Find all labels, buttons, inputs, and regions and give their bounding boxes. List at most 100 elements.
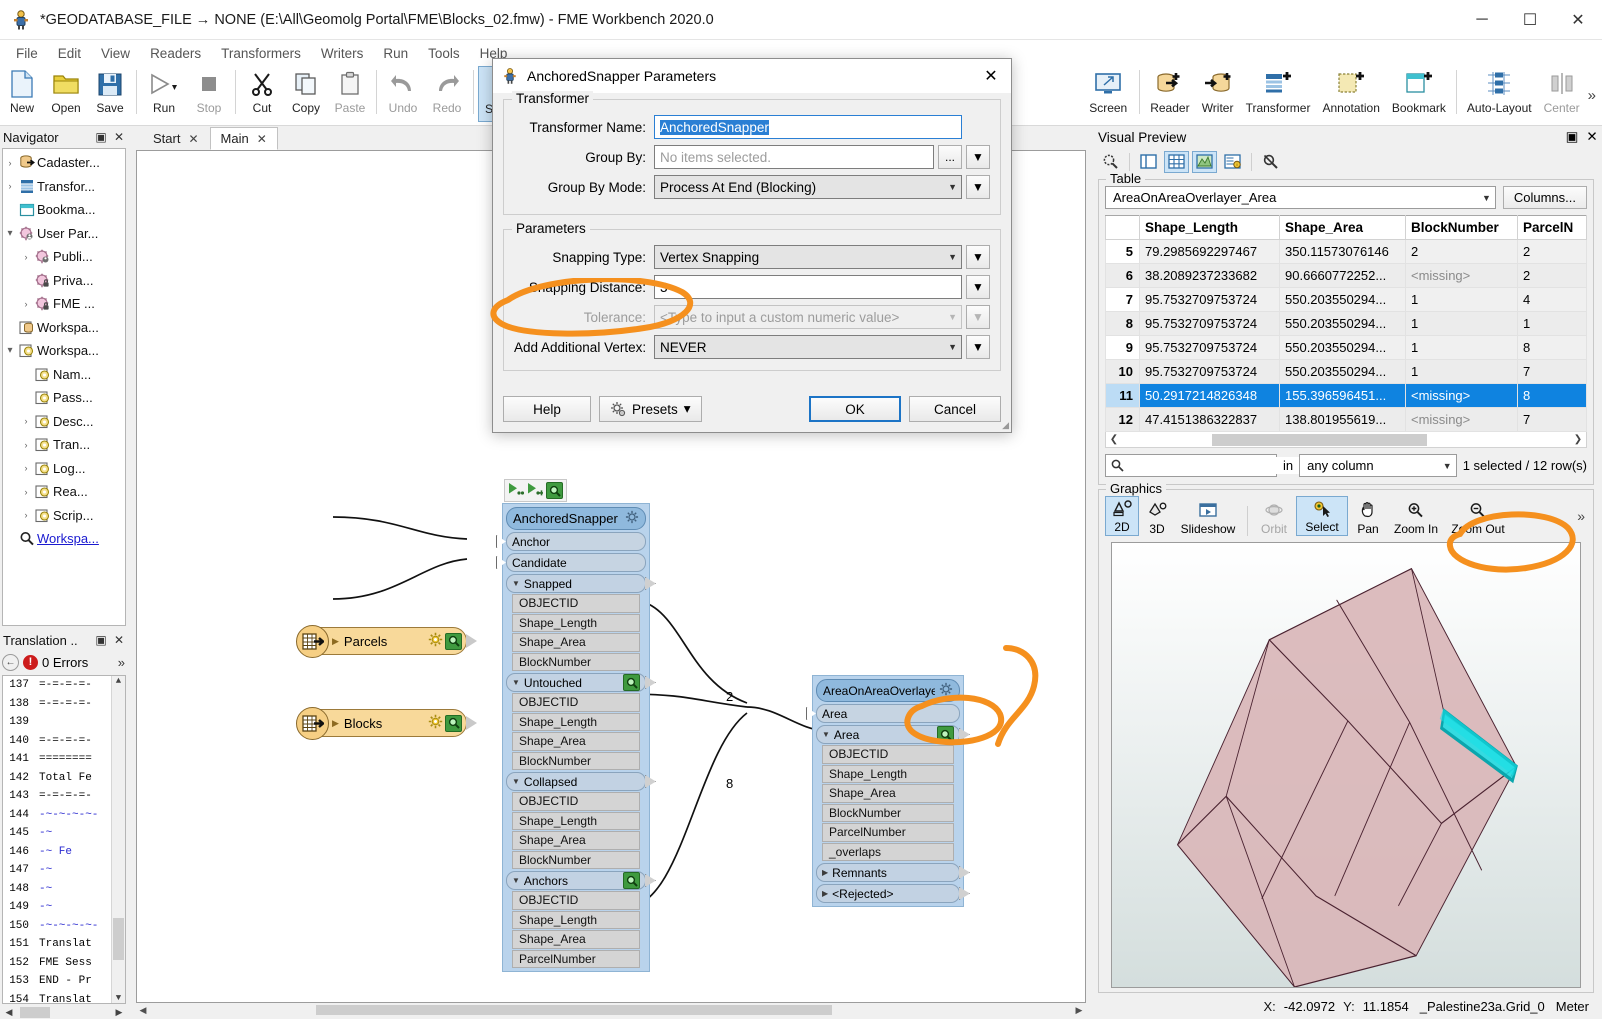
column-header-blocknumber[interactable]: BlockNumber bbox=[1405, 215, 1518, 240]
node-mini-toolbar[interactable] bbox=[504, 479, 567, 502]
toolbar-auto-layout-button[interactable]: Auto-Layout bbox=[1461, 66, 1538, 124]
transformer-gear-icon[interactable] bbox=[939, 682, 953, 699]
log-overflow-button[interactable]: » bbox=[118, 655, 128, 670]
add-additional-vertex-dropdown[interactable]: NEVER ▼ bbox=[654, 335, 962, 359]
expand-caret-icon[interactable]: ▶ bbox=[822, 868, 828, 877]
anchoredsnapper-parameters-dialog[interactable]: AnchoredSnapper Parameters ✕ Transformer… bbox=[492, 58, 1012, 433]
toolbar-copy-button[interactable]: Copy bbox=[284, 66, 328, 124]
navigator-item-13[interactable]: › Log... bbox=[3, 457, 125, 481]
chevron-right-icon[interactable]: › bbox=[3, 181, 17, 191]
add-additional-vertex-menu-button[interactable]: ▼ bbox=[966, 335, 990, 359]
graphics-view-icon[interactable] bbox=[1192, 150, 1217, 173]
transformer-header[interactable]: AnchoredSnapper bbox=[506, 507, 646, 530]
column-header-parcelnumber[interactable]: ParcelN bbox=[1517, 215, 1587, 240]
group-by-mode-menu-button[interactable]: ▼ bbox=[966, 175, 990, 199]
navigator-item-6[interactable]: › FME ... bbox=[3, 292, 125, 316]
dialog-close-icon[interactable]: ✕ bbox=[971, 59, 1011, 93]
chevron-right-icon[interactable]: › bbox=[3, 158, 17, 168]
navigator-item-14[interactable]: › Rea... bbox=[3, 480, 125, 504]
port-inspect-icon[interactable] bbox=[623, 872, 640, 889]
table-source-dropdown[interactable]: AreaOnAreaOverlayer_Area ▼ bbox=[1105, 186, 1496, 209]
layout-panel-icon[interactable] bbox=[1136, 151, 1161, 173]
reader-gear-icon[interactable] bbox=[428, 632, 443, 650]
port-inspect-icon[interactable] bbox=[623, 674, 640, 691]
group-by-mode-dropdown[interactable]: Process At End (Blocking) ▼ bbox=[654, 175, 962, 199]
menu-writers[interactable]: Writers bbox=[311, 43, 374, 64]
output-port-untouched[interactable]: ▼ Untouched bbox=[506, 673, 656, 692]
graphics-tool-slideshow[interactable]: Slideshow bbox=[1175, 501, 1241, 536]
expand-caret-icon[interactable]: ▶ bbox=[822, 889, 828, 898]
toolbar-stop-button[interactable]: Stop bbox=[187, 66, 231, 124]
toolbar-paste-button[interactable]: Paste bbox=[328, 66, 372, 124]
table-row[interactable]: 10 95.7532709753724 550.203550294... 1 7 bbox=[1105, 359, 1587, 384]
navigator-item-10[interactable]: Pass... bbox=[3, 386, 125, 410]
transformer-header[interactable]: AreaOnAreaOverlayer bbox=[816, 679, 960, 702]
table-row[interactable]: 8 95.7532709753724 550.203550294... 1 1 bbox=[1105, 311, 1587, 336]
toolbar-new-button[interactable]: New bbox=[0, 66, 44, 124]
log-horizontal-scrollbar[interactable]: ◀ ▶ bbox=[2, 1006, 126, 1019]
tab-start[interactable]: Start ✕ bbox=[142, 127, 210, 150]
navigator-item-4[interactable]: › Publi... bbox=[3, 245, 125, 269]
toolbar-open-button[interactable]: Open bbox=[44, 66, 88, 124]
toolbar-add-transformer-button[interactable]: Transformer bbox=[1240, 66, 1317, 124]
collapse-caret-icon[interactable]: ▼ bbox=[822, 730, 830, 739]
tab-main-close-icon[interactable]: ✕ bbox=[257, 132, 267, 146]
navigator-restore-icon[interactable]: ▣ bbox=[92, 130, 110, 144]
table-search-input[interactable] bbox=[1105, 454, 1306, 477]
reader-inspect-icon[interactable] bbox=[445, 714, 462, 732]
table-search-field[interactable] bbox=[1124, 457, 1306, 474]
table-row[interactable]: 12 47.4151386322837 138.801955619... <missi… bbox=[1105, 407, 1587, 432]
canvas-horizontal-scrollbar[interactable]: ◀ ▶ bbox=[136, 1003, 1086, 1017]
feature-table[interactable]: Shape_Length Shape_Area BlockNumber Parc… bbox=[1105, 215, 1587, 432]
table-row[interactable]: 5 79.2985692297467 350.11573076146 2 2 bbox=[1105, 239, 1587, 264]
group-by-input[interactable]: No items selected. bbox=[654, 145, 934, 169]
graphics-tool-2d[interactable]: 2D bbox=[1105, 496, 1139, 536]
cancel-button[interactable]: Cancel bbox=[909, 396, 1001, 422]
toolbar-redo-button[interactable]: Redo bbox=[425, 66, 469, 124]
navigator-item-5[interactable]: Priva... bbox=[3, 269, 125, 293]
toolbar-screen-button[interactable]: Screen bbox=[1083, 66, 1133, 124]
chevron-right-icon[interactable]: › bbox=[19, 440, 33, 450]
output-port-snapped[interactable]: ▼ Snapped bbox=[506, 574, 656, 593]
output-port-rejected[interactable]: ▶ <Rejected> bbox=[816, 884, 970, 903]
transformer-gear-icon[interactable] bbox=[625, 510, 639, 527]
columns-button[interactable]: Columns... bbox=[1502, 186, 1587, 209]
chevron-right-icon[interactable]: › bbox=[19, 487, 33, 497]
snapping-distance-menu-button[interactable]: ▼ bbox=[966, 275, 990, 299]
chevron-down-icon[interactable]: ▾ bbox=[3, 345, 17, 356]
toolbar-add-annotation-button[interactable]: Annotation bbox=[1316, 66, 1385, 124]
chevron-down-icon[interactable]: ▾ bbox=[3, 228, 17, 239]
table-row[interactable]: 9 95.7532709753724 550.203550294... 1 8 bbox=[1105, 335, 1587, 360]
reader-inspect-icon[interactable] bbox=[445, 632, 462, 650]
chevron-right-icon[interactable]: › bbox=[19, 463, 33, 473]
input-port-area[interactable]: Area bbox=[806, 704, 960, 723]
run-from-here-icon[interactable] bbox=[527, 482, 544, 499]
toolbar-add-reader-button[interactable]: Reader bbox=[1144, 66, 1195, 124]
table-row[interactable]: 11 50.2917214826348 155.396596451... <missi… bbox=[1105, 383, 1587, 408]
scroll-left-icon[interactable]: ❮ bbox=[1106, 434, 1122, 445]
minimize-button[interactable]: ─ bbox=[1458, 0, 1506, 40]
navigator-item-2[interactable]: Bookma... bbox=[3, 198, 125, 222]
chevron-right-icon[interactable]: › bbox=[19, 416, 33, 426]
maximize-button[interactable]: ☐ bbox=[1506, 0, 1554, 40]
toolbar-overflow-button[interactable]: » bbox=[1588, 87, 1596, 104]
snapping-type-dropdown[interactable]: Vertex Snapping ▼ bbox=[654, 245, 962, 269]
chevron-right-icon[interactable]: › bbox=[19, 299, 33, 309]
transformer-name-input[interactable]: AnchoredSnapper bbox=[654, 115, 962, 139]
table-view-icon[interactable] bbox=[1164, 150, 1189, 173]
column-header-shape-length[interactable]: Shape_Length bbox=[1139, 215, 1280, 240]
toolbar-add-writer-button[interactable]: Writer bbox=[1196, 66, 1240, 124]
toolbar-add-bookmark-button[interactable]: Bookmark bbox=[1386, 66, 1452, 124]
navigator-tree[interactable]: › Cadaster... › Transfor... Bookma... ▾ User P… bbox=[2, 148, 126, 626]
scroll-right-icon[interactable]: ▶ bbox=[1072, 1005, 1086, 1016]
navigator-item-1[interactable]: › Transfor... bbox=[3, 175, 125, 199]
snapping-distance-input[interactable]: 3 bbox=[654, 275, 962, 299]
visual-preview-close-icon[interactable]: ✕ bbox=[1582, 129, 1602, 145]
run-to-here-icon[interactable] bbox=[508, 482, 525, 499]
menu-view[interactable]: View bbox=[91, 43, 140, 64]
transformer-node-areaonareaoverlayer[interactable]: AreaOnAreaOverlayer Area ▼ Area OBJECTID… bbox=[806, 675, 970, 907]
graphics-viewport[interactable] bbox=[1111, 542, 1581, 988]
menu-readers[interactable]: Readers bbox=[140, 43, 211, 64]
log-vertical-scrollbar[interactable]: ▲ ▼ bbox=[111, 676, 125, 1003]
translation-log-restore-icon[interactable]: ▣ bbox=[92, 633, 110, 647]
